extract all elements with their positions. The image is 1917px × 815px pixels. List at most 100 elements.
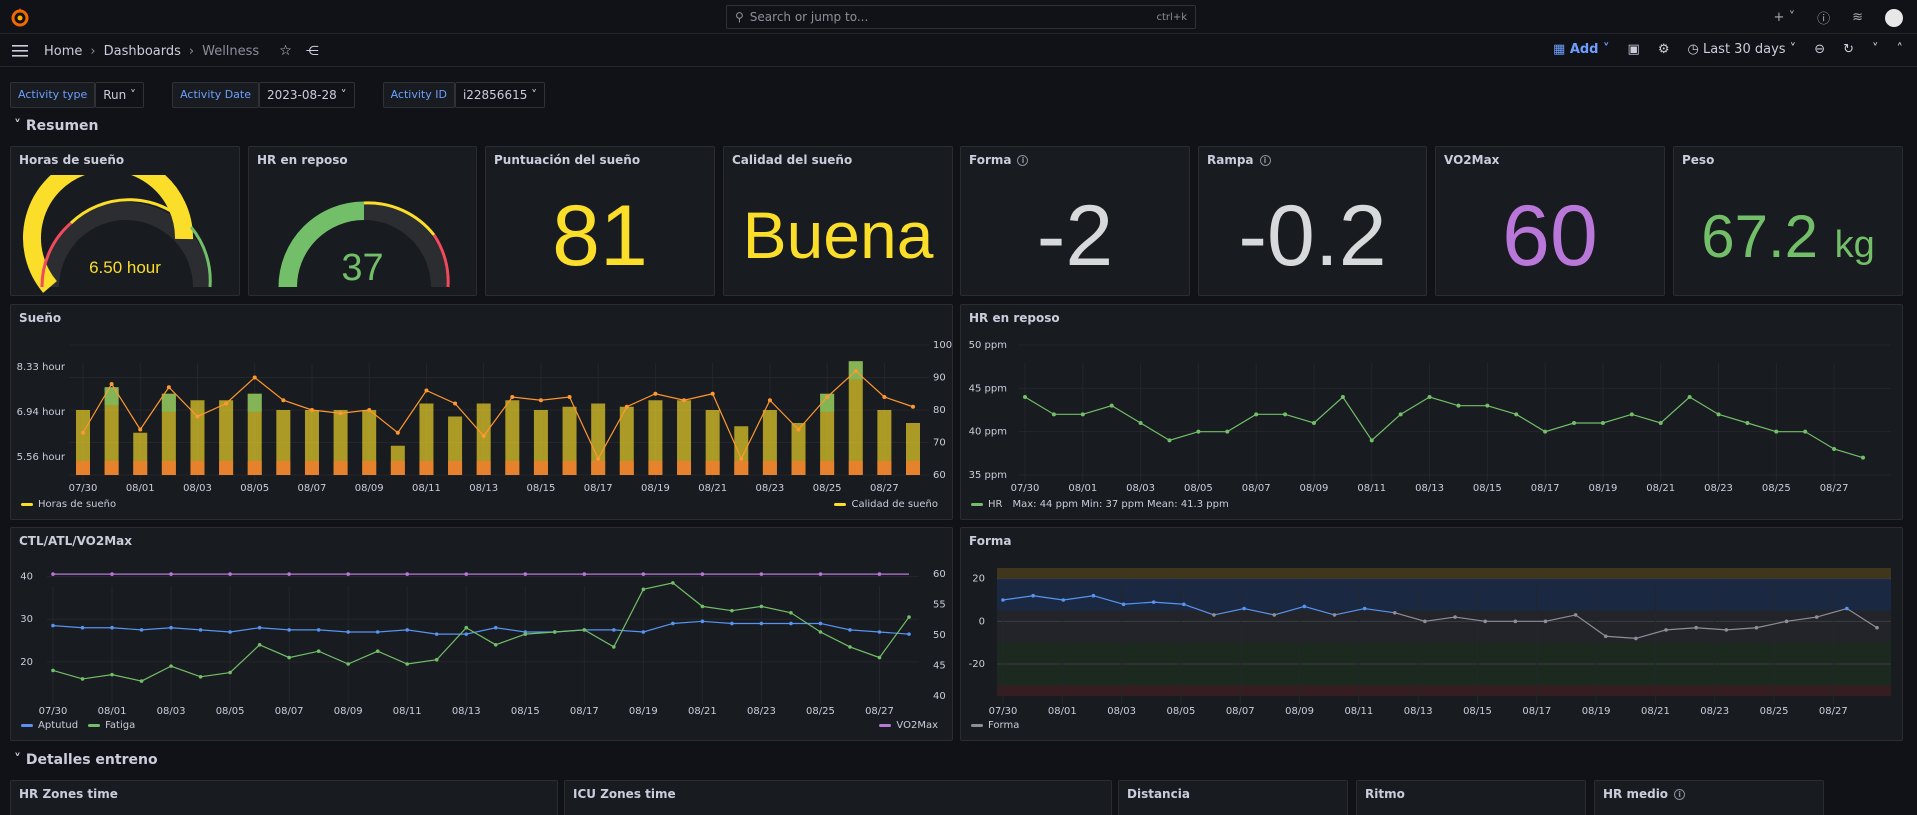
x-tick-label: 07/30	[69, 483, 98, 494]
refresh-interval-chevron-icon[interactable]: ˅	[1872, 42, 1879, 57]
legend-label: Aptutud	[38, 720, 79, 731]
legend-right: VO2Max	[879, 720, 938, 731]
point-forma	[1332, 613, 1337, 617]
point-calidad-sueno	[338, 411, 343, 416]
point-fatiga	[346, 662, 350, 666]
search-placeholder: Search or jump to...	[749, 10, 869, 24]
bar-segment-deep	[705, 461, 720, 475]
zoom-out-icon[interactable]: ⊖	[1814, 42, 1825, 57]
hr-plot: 50 ppm 45 ppm 40 ppm 35 ppm 07/30 08/01 08/03 0…	[969, 340, 1891, 494]
panel-title: VO2Max	[1444, 153, 1500, 167]
point-calidad-sueno	[796, 427, 801, 432]
point-fatiga	[877, 655, 882, 660]
save-icon[interactable]: ▣	[1628, 42, 1640, 57]
var-activity-date-select[interactable]: 2023-08-28 ˅	[259, 82, 355, 108]
point-forma	[1302, 604, 1307, 609]
panel-rampa[interactable]: Rampa i -0.2	[1198, 146, 1427, 296]
legend-item[interactable]: VO2Max	[879, 720, 938, 731]
share-icon[interactable]: ⋲	[306, 44, 319, 59]
bar-segment-deep	[476, 461, 491, 475]
settings-gear-icon[interactable]: ⚙	[1658, 42, 1670, 57]
info-icon[interactable]: i	[1017, 155, 1029, 166]
panel-title: Distancia	[1127, 787, 1190, 801]
time-range-label: Last 30 days	[1702, 42, 1786, 57]
panel-peso[interactable]: Peso 67.2 kg	[1673, 146, 1903, 296]
legend-item[interactable]: Forma	[971, 720, 1019, 731]
point-forma	[1513, 619, 1518, 624]
x-tick-label: 08/07	[1242, 483, 1271, 494]
add-button[interactable]: ▦ Add ˅	[1553, 42, 1610, 57]
y-tick-label-right: 90	[933, 373, 946, 384]
new-plus-icon[interactable]: + ˅	[1774, 10, 1796, 25]
avatar[interactable]	[1885, 8, 1903, 27]
point-aptutud	[493, 625, 498, 630]
panel-distancia[interactable]: Distancia	[1118, 780, 1348, 815]
point-forma	[1754, 625, 1759, 630]
refresh-icon[interactable]: ↻	[1843, 42, 1854, 57]
point-hr	[1600, 421, 1605, 425]
panel-icu-zones-time[interactable]: ICU Zones time	[564, 780, 1112, 815]
point-fatiga	[51, 668, 55, 673]
breadcrumb-home[interactable]: Home	[44, 44, 82, 59]
legend-item[interactable]: Aptutud	[21, 720, 78, 731]
help-icon[interactable]: ⓘ	[1817, 8, 1830, 27]
x-tick-label: 08/11	[412, 483, 441, 494]
info-icon[interactable]: i	[1259, 155, 1271, 166]
breadcrumb-dashboards[interactable]: Dashboards	[104, 44, 181, 59]
point-fatiga	[848, 645, 852, 649]
panel-vo2max[interactable]: VO2Max 60	[1435, 146, 1665, 296]
point-aptutud	[907, 632, 911, 636]
panel-hr-medio[interactable]: HR medio i	[1594, 780, 1824, 815]
panel-hr-reposo[interactable]: HR en reposo 37	[248, 146, 477, 296]
point-vo2max	[51, 572, 55, 576]
grafana-logo-icon[interactable]	[10, 7, 30, 27]
panel-sueno-chart[interactable]: Sueño 8.33 hour 6.94 hour 5.56 hour 100 90 80…	[10, 304, 953, 520]
x-tick-label: 08/23	[755, 483, 784, 494]
point-calidad-sueno	[710, 391, 715, 396]
point-calidad-sueno	[653, 391, 658, 396]
info-icon[interactable]: i	[1674, 789, 1686, 800]
legend-item[interactable]: HR	[971, 499, 1002, 510]
panel-ritmo[interactable]: Ritmo	[1356, 780, 1586, 815]
panel-calidad-sueno[interactable]: Calidad del sueño Buena	[723, 146, 953, 296]
star-icon[interactable]: ☆	[279, 43, 292, 59]
legend-label: HR	[988, 499, 1003, 510]
x-tick-label: 08/09	[355, 483, 384, 494]
panel-hr-chart[interactable]: HR en reposo 50 ppm 45 ppm 40 ppm 35 ppm 07/…	[960, 304, 1903, 520]
legend-label: Calidad de sueño	[851, 499, 938, 510]
news-rss-icon[interactable]: ≋	[1852, 10, 1863, 25]
search-input[interactable]: ⚲ Search or jump to... ctrl+k	[726, 5, 1196, 29]
legend-item[interactable]: Calidad de sueño	[834, 499, 938, 510]
panel-title: Ritmo	[1365, 787, 1405, 801]
point-aptutud	[848, 628, 852, 632]
legend-item[interactable]: Horas de sueño	[21, 499, 116, 510]
point-forma	[1423, 619, 1427, 624]
panel-ctl-chart[interactable]: CTL/ATL/VO2Max 40 30 20 60 55 50 45 40 07/30 08/0…	[10, 527, 953, 741]
panel-forma-chart[interactable]: Forma 20 0 -20 07/30 08/01 08/03 08/05 08/07 08/…	[960, 527, 1903, 741]
y-tick-label-right: 60	[933, 470, 946, 481]
x-tick-label: 07/30	[39, 706, 68, 717]
point-calidad-sueno	[166, 385, 171, 390]
point-aptutud	[877, 630, 882, 634]
point-forma	[1001, 598, 1005, 602]
time-picker[interactable]: ◷ Last 30 days ˅	[1687, 42, 1796, 57]
bar-segment-deep	[219, 461, 234, 475]
bar-segment-deep	[848, 461, 863, 475]
var-activity-id-select[interactable]: i22856615 ˅	[454, 82, 546, 108]
panel-horas-sueno[interactable]: Horas de sueño 6.50 hour	[10, 146, 240, 296]
panel-forma[interactable]: Forma i -2	[960, 146, 1190, 296]
panel-hr-zones-time[interactable]: HR Zones time	[10, 780, 558, 815]
var-activity-type-select[interactable]: Run ˅	[95, 82, 145, 108]
x-tick-label: 08/15	[1463, 706, 1492, 717]
point-calidad-sueno	[252, 375, 257, 380]
x-tick-label: 08/03	[1126, 483, 1155, 494]
point-hr	[1196, 429, 1201, 434]
row-resumen[interactable]: ˅ Resumen	[14, 118, 99, 134]
menu-icon[interactable]	[12, 44, 28, 58]
point-hr	[1023, 395, 1027, 399]
row-detalles-entreno[interactable]: ˅ Detalles entreno	[14, 752, 158, 768]
legend-item[interactable]: Fatiga	[88, 720, 135, 731]
collapse-chevron-up-icon[interactable]: ˄	[1897, 42, 1904, 57]
panel-puntuacion-sueno[interactable]: Puntuación del sueño 81	[485, 146, 715, 296]
y-tick-label: 40	[20, 572, 33, 583]
